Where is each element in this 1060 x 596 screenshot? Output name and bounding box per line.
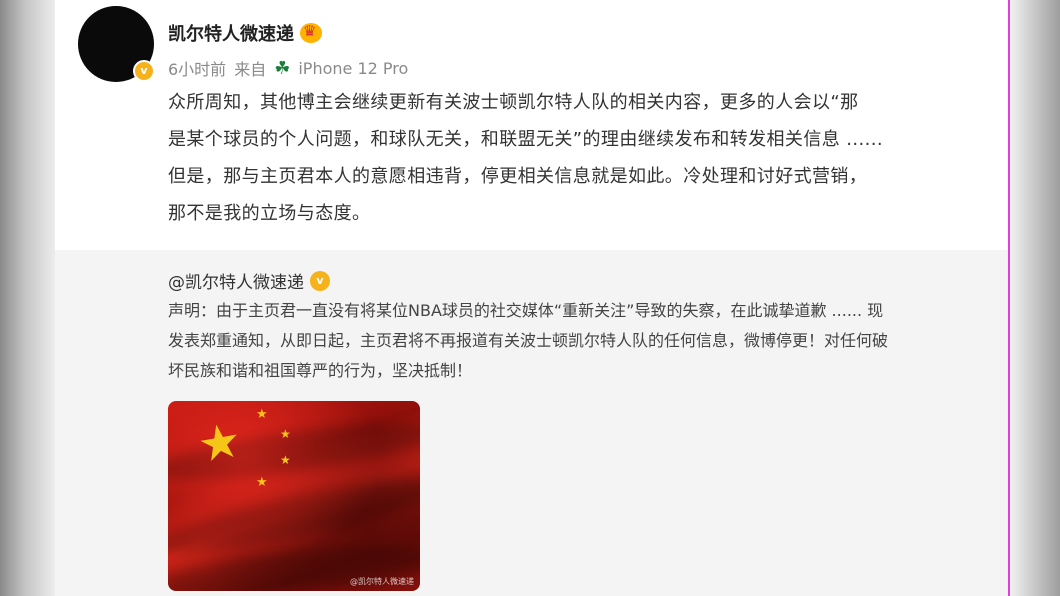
repost-text-line: 声明：由于主页君一直没有将某位NBA球员的社交媒体“重新关注”导致的失察，在此诚… [168,301,884,320]
post-username-row: 凯尔特人微速递 [168,20,322,46]
post-username[interactable]: 凯尔特人微速递 [168,20,294,46]
post-text-line: 众所周知，其他博主会继续更新有关波士顿凯尔特人队的相关内容，更多的人会以“那 [168,92,859,113]
verified-icon: v [310,270,330,291]
repost-text: 声明：由于主页君一直没有将某位NBA球员的社交媒体“重新关注”导致的失察，在此诚… [168,296,988,386]
clover-icon: ☘ [274,57,291,79]
post-meta: 6小时前 来自 ☘ iPhone 12 Pro [168,56,408,80]
verified-icon: v [133,60,155,82]
repost-text-line: 坏民族和谐和祖国尊严的行为，坚决抵制！ [168,361,473,380]
post-text-line: 但是，那与主页君本人的意愿相违背，停更相关信息就是如此。冷处理和讨好式营销， [168,166,868,187]
left-blur-edge [0,0,55,596]
post-text-line: 那不是我的立场与态度。 [168,203,371,224]
right-blur-edge [1008,0,1060,596]
star-icon: ★ [280,427,291,441]
star-icon: ★ [256,475,268,490]
post-time[interactable]: 6小时前 [168,56,226,80]
weibo-post-card: v 凯尔特人微速递 6小时前 来自 ☘ iPhone 12 Pro 众所周知，其… [55,0,1008,596]
crown-icon [300,22,322,43]
source-prefix: 来自 [234,60,267,79]
repost-container[interactable]: @凯尔特人微速递 v 声明：由于主页君一直没有将某位NBA球员的社交媒体“重新关… [55,250,1008,596]
image-watermark: @凯尔特人微速递 [350,577,414,586]
star-icon: ★ [256,407,268,422]
post-text-line: 是某个球员的个人问题，和球队无关，和联盟无关”的理由继续发布和转发相关信息 ..… [168,129,883,150]
post-text: 众所周知，其他博主会继续更新有关波士顿凯尔特人队的相关内容，更多的人会以“那 是… [168,84,988,232]
post-device: iPhone 12 Pro [298,58,409,78]
repost-username[interactable]: @凯尔特人微速递 [168,268,304,293]
star-icon: ★ [280,453,291,467]
repost-text-line: 发表郑重通知，从即日起，主页君将不再报道有关波士顿凯尔特人队的任何信息，微博停更… [168,331,889,350]
flag-image[interactable]: ★ ★ ★ ★ ★ @凯尔特人微速递 [168,401,420,591]
star-icon: ★ [193,411,246,475]
repost-username-row: @凯尔特人微速递 v [168,268,330,293]
